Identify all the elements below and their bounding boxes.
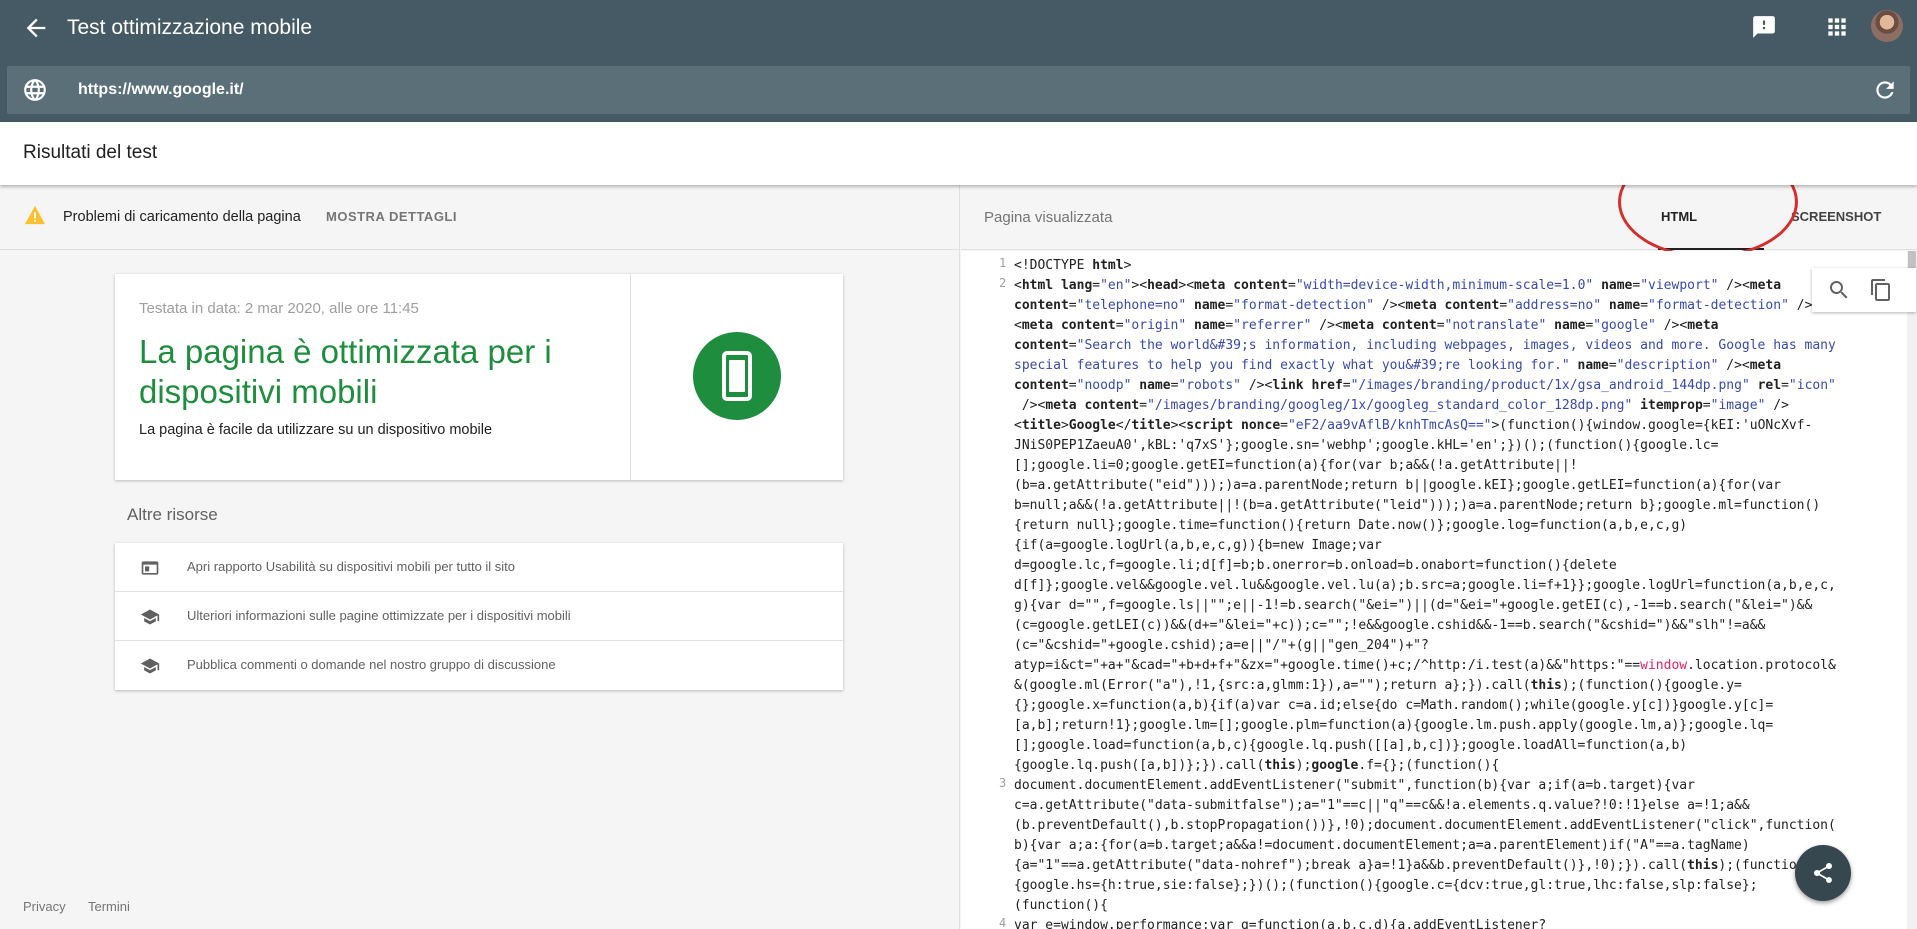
resource-item-usability-report[interactable]: Apri rapporto Usabilità su dispositivi m… <box>115 543 843 592</box>
line-gutter: 1 2 3 4 <box>961 251 1011 929</box>
account-avatar[interactable] <box>1871 10 1903 42</box>
show-details-button[interactable]: MOSTRA DETTAGLI <box>326 209 457 224</box>
share-icon <box>1814 863 1832 883</box>
school-icon <box>140 609 160 625</box>
browser-window-icon <box>141 561 159 575</box>
html-code-viewer[interactable]: 1 2 3 4 <!DOCTYPE html> <html lang="en">… <box>961 251 1917 929</box>
privacy-link[interactable]: Privacy <box>23 899 66 914</box>
app-title: Test ottimizzazione mobile <box>67 16 313 39</box>
resource-label: Pubblica commenti o domande nel nostro g… <box>187 657 556 672</box>
tab-screenshot[interactable]: SCREENSHOT <box>1791 209 1881 224</box>
mobile-phone-icon <box>693 332 781 420</box>
feedback-icon[interactable] <box>1751 14 1777 40</box>
reload-icon[interactable] <box>1872 77 1898 103</box>
back-arrow-icon[interactable] <box>22 14 50 42</box>
url-text[interactable]: https://www.google.it/ <box>78 79 244 101</box>
apps-grid-icon[interactable] <box>1824 14 1850 40</box>
url-bar[interactable]: https://www.google.it/ <box>7 66 1910 114</box>
warning-text: Problemi di caricamento della pagina <box>63 209 301 225</box>
resource-item-learn-more[interactable]: Ulteriori informazioni sulle pagine otti… <box>115 592 843 641</box>
resource-label: Apri rapporto Usabilità su dispositivi m… <box>187 559 516 574</box>
test-date: Testata in data: 2 mar 2020, alle ore 11… <box>139 300 419 317</box>
warning-bar: Problemi di caricamento della pagina MOS… <box>0 185 960 250</box>
app-bar: Test ottimizzazione mobile https://www.g… <box>0 0 1917 122</box>
left-panel: Problemi di caricamento della pagina MOS… <box>0 185 960 929</box>
terms-link[interactable]: Termini <box>88 899 130 914</box>
resources-title: Altre risorse <box>127 505 218 524</box>
code-scrollbar[interactable] <box>1907 251 1917 929</box>
warning-icon <box>25 205 45 225</box>
search-icon[interactable] <box>1827 278 1851 302</box>
rendered-page-title: Pagina visualizzata <box>984 209 1113 226</box>
results-header: Risultati del test <box>0 122 1917 185</box>
resource-label: Ulteriori informazioni sulle pagine otti… <box>187 608 571 623</box>
line-number: 3 <box>999 776 1007 790</box>
line-number: 4 <box>999 916 1007 929</box>
verdict-title: La pagina è ottimizzata per i dispositiv… <box>139 333 552 410</box>
html-source-code: <!DOCTYPE html> <html lang="en"><head><m… <box>1014 258 1836 929</box>
right-panel: Pagina visualizzata HTML SCREENSHOT 1 2 … <box>961 146 1917 929</box>
school-icon <box>140 658 160 674</box>
resources-list: Apri rapporto Usabilità su dispositivi m… <box>115 543 843 690</box>
verdict-description: La pagina è facile da utilizzare su un d… <box>139 422 493 438</box>
share-button[interactable] <box>1795 845 1851 901</box>
line-number: 2 <box>999 276 1007 290</box>
copy-icon[interactable] <box>1869 278 1893 302</box>
globe-icon <box>24 79 46 101</box>
rendered-page-header: Pagina visualizzata HTML SCREENSHOT <box>961 146 1917 258</box>
code-toolbox <box>1812 268 1916 312</box>
card-divider <box>630 274 631 480</box>
resource-item-discussion-group[interactable]: Pubblica commenti o domande nel nostro g… <box>115 641 843 690</box>
verdict-card: Testata in data: 2 mar 2020, alle ore 11… <box>115 274 843 480</box>
line-number: 1 <box>999 256 1007 270</box>
results-title: Risultati del test <box>23 142 158 163</box>
